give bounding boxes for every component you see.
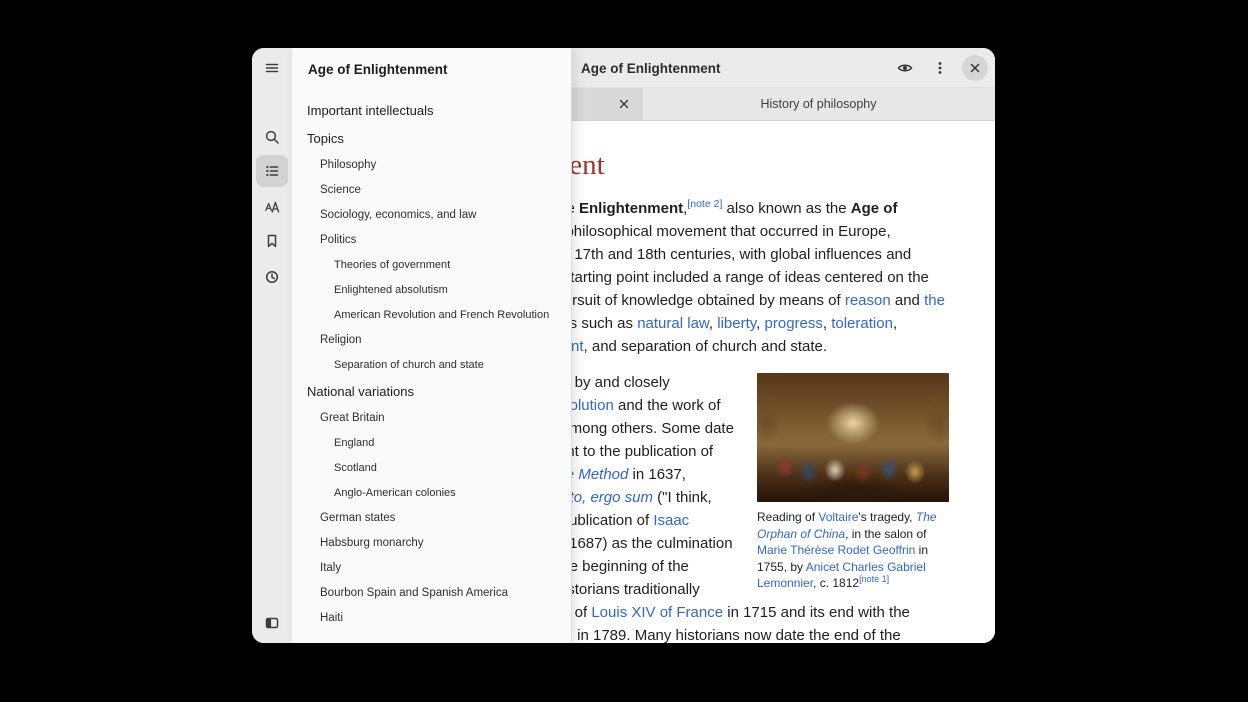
text-run: separation of church and state. [621, 338, 827, 355]
toc-item[interactable]: Habsburg monarchy [292, 531, 571, 556]
toc-item[interactable]: Politics [292, 228, 571, 253]
citation-link[interactable]: [note 2] [687, 198, 722, 210]
article-link[interactable]: liberty [717, 315, 756, 332]
text-run: , in the salon of [845, 527, 926, 541]
toc-item[interactable]: Scotland [292, 456, 571, 481]
toc-item[interactable]: Important intellectuals [292, 97, 571, 125]
toc-title: Age of Enlightenment [292, 48, 571, 92]
citation-link[interactable]: [note 1] [859, 574, 889, 584]
toc-item[interactable]: Separation of church and state [292, 353, 571, 378]
eye-icon[interactable] [892, 55, 918, 81]
article-figure: Reading of Voltaire's tragedy, The Orpha… [757, 373, 949, 592]
text-run: , [756, 315, 764, 332]
toc-item[interactable]: Science [292, 178, 571, 203]
toc-item[interactable]: Great Britain [292, 406, 571, 431]
toc-icon[interactable] [256, 155, 288, 187]
salon-painting-image[interactable] [757, 373, 949, 502]
text-run: Enlightenment [579, 200, 683, 217]
image-caption: Reading of Voltaire's tragedy, The Orpha… [757, 509, 949, 592]
tab-close-icon[interactable] [615, 95, 633, 113]
text-run: Reading of [757, 510, 818, 524]
toc-item[interactable]: Theories of government [292, 253, 571, 278]
text-run: and the work of [614, 397, 721, 414]
article-link[interactable]: Marie Thérèse Rodet Geoffrin [757, 543, 915, 557]
language-icon[interactable] [256, 191, 288, 223]
article-link[interactable]: toleration [831, 315, 893, 332]
app-window: Age of Enlightenment [252, 48, 995, 643]
article-link[interactable]: natural law [637, 315, 709, 332]
text-run: , [823, 315, 831, 332]
menu-kebab-icon[interactable] [927, 55, 953, 81]
tab-history-of-philosophy[interactable]: History of philosophy [642, 88, 995, 120]
article-link[interactable]: Louis XIV of France [591, 604, 723, 621]
text-run: 's tragedy, [858, 510, 915, 524]
window-title: Age of Enlightenment [581, 61, 721, 76]
search-icon[interactable] [256, 121, 288, 153]
text-run: and [891, 292, 924, 309]
toc-item[interactable]: German states [292, 506, 571, 531]
history-icon[interactable] [256, 261, 288, 293]
toc-panel: Age of Enlightenment Important intellect… [292, 48, 572, 643]
toc-item[interactable]: National variations [292, 378, 571, 406]
toc-item[interactable]: Topics [292, 125, 571, 153]
toc-item[interactable]: Italy [292, 556, 571, 581]
article-link[interactable]: progress [765, 315, 823, 332]
toc-item[interactable]: Sociology, economics, and law [292, 203, 571, 228]
article-link[interactable]: Voltaire [818, 510, 858, 524]
sidebar-toggle-icon[interactable] [256, 607, 288, 639]
hamburger-menu-icon[interactable] [256, 52, 288, 84]
toc-item[interactable]: England [292, 431, 571, 456]
toc-list: Important intellectualsTopicsPhilosophyS… [292, 97, 571, 631]
close-icon[interactable] [962, 55, 988, 81]
text-run: , c. 1812 [813, 576, 859, 590]
bookmark-icon[interactable] [256, 225, 288, 257]
text-run: , [709, 315, 717, 332]
text-run: also known as the [722, 200, 850, 217]
article-link[interactable]: reason [845, 292, 891, 309]
toc-item[interactable]: Philosophy [292, 153, 571, 178]
toc-item[interactable]: Bourbon Spain and Spanish America [292, 581, 571, 606]
toc-item[interactable]: Enlightened absolutism [292, 278, 571, 303]
toc-item[interactable]: Haiti [292, 606, 571, 631]
toc-item[interactable]: Anglo-American colonies [292, 481, 571, 506]
toc-item[interactable]: American Revolution and French Revolutio… [292, 303, 571, 328]
text-run: , [893, 315, 897, 332]
tab-label: History of philosophy [760, 97, 876, 111]
toc-item[interactable]: Religion [292, 328, 571, 353]
icon-rail [252, 48, 292, 643]
text-run: , and [584, 338, 622, 355]
